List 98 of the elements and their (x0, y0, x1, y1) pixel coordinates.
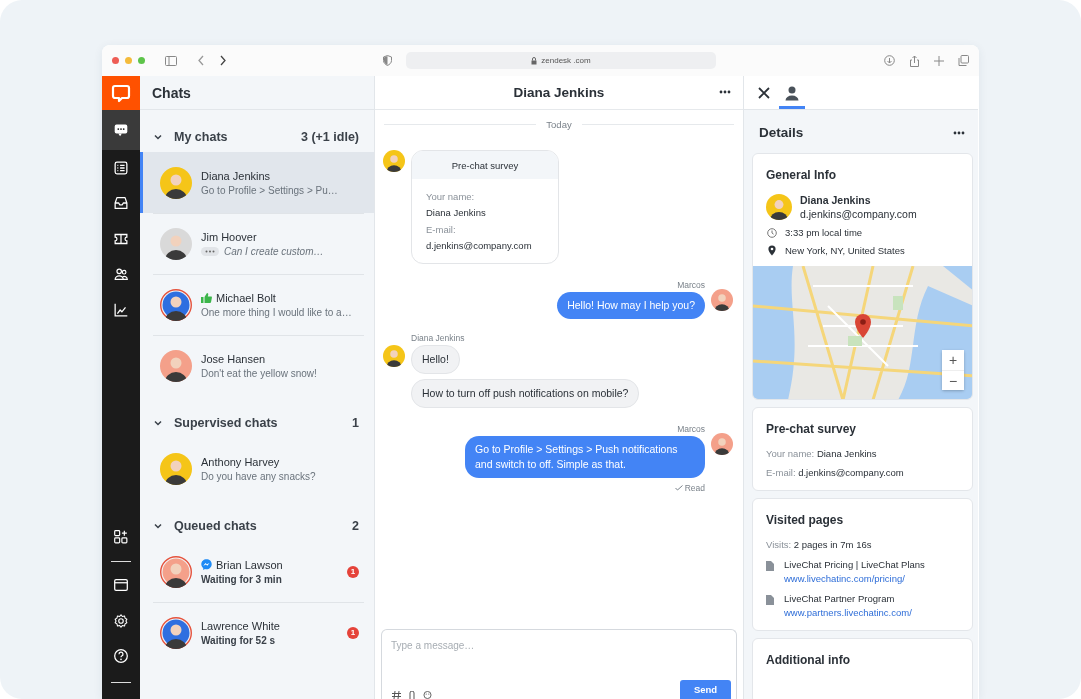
section-count: 2 (352, 519, 359, 533)
contact-name: Michael Bolt (216, 291, 276, 304)
address-bar[interactable]: zendesk .com (406, 52, 716, 69)
more-icon[interactable] (719, 90, 731, 94)
contact-name: Diana Jenkins (201, 169, 271, 182)
date-divider: Today (546, 119, 572, 130)
emoji-icon[interactable] (423, 691, 432, 699)
chat-item[interactable]: Brian Lawson Waiting for 3 min 1 (140, 541, 374, 602)
card-title: Pre-chat survey (766, 422, 858, 436)
section-count: 1 (352, 416, 359, 430)
field-label: Your name: (426, 191, 476, 202)
section-header[interactable]: Supervised chats 1 (140, 408, 374, 438)
survey-field: E-mail: d.jenkins@company.com (766, 467, 960, 478)
avatar (383, 345, 405, 367)
typing-indicator-icon (201, 246, 219, 256)
author-name: Diana Jenkins (411, 333, 465, 343)
unread-badge: 1 (347, 626, 359, 639)
chat-item[interactable]: Diana Jenkins Go to Profile > Settings > Pu… (140, 152, 374, 213)
read-status: Read (684, 483, 705, 493)
survey-field: Your name: Diana Jenkins (766, 448, 960, 459)
field-value: Diana Jenkins (426, 207, 487, 218)
contact-name: Jim Hoover (201, 230, 257, 243)
contact-name: Jose Hansen (201, 352, 266, 365)
page-link[interactable]: www.livechatinc.com/pricing/ (784, 573, 925, 584)
document-icon (766, 595, 774, 605)
chat-item[interactable]: Michael Bolt One more thing I would like to a… (140, 274, 374, 335)
share-icon[interactable] (909, 54, 920, 67)
avatar (766, 194, 792, 220)
page-title: LiveChat Pricing | LiveChat Plans (784, 559, 925, 570)
window-close-button[interactable] (112, 57, 119, 64)
local-time: 3:33 pm local time (785, 227, 863, 238)
contact-name: Diana Jenkins (800, 194, 872, 206)
page-link[interactable]: www.partners.livechatinc.com/ (784, 607, 912, 618)
author-name: Marcos (677, 424, 705, 434)
message-preview: Do you have any snacks? (201, 470, 316, 482)
clock-icon (767, 227, 777, 238)
chat-bubble-icon[interactable] (102, 110, 140, 150)
message-bubble: Hello! How may I help you? (557, 292, 705, 319)
section-count: 3 (+1 idle) (301, 130, 359, 144)
avatar (711, 289, 733, 311)
back-icon[interactable] (197, 55, 205, 66)
section-title: My chats (174, 130, 229, 144)
paperclip-icon[interactable] (409, 691, 415, 699)
check-icon (674, 485, 683, 491)
message-preview: Go to Profile > Settings > Pu… (201, 184, 338, 196)
message-preview: Waiting for 52 s (201, 634, 276, 646)
avatar (383, 150, 405, 172)
thumbs-up-icon (201, 292, 212, 303)
zoom-in-button[interactable]: + (942, 350, 964, 370)
forward-icon[interactable] (219, 55, 227, 66)
card-title: Visited pages (766, 513, 845, 527)
hashtag-icon[interactable] (392, 691, 401, 699)
lock-icon (531, 56, 538, 65)
conversation-title: Diana Jenkins (513, 85, 605, 100)
document-icon (766, 561, 774, 571)
survey-title: Pre-chat survey (451, 159, 519, 171)
shield-icon[interactable] (383, 55, 392, 66)
panel-title: Details (759, 125, 804, 140)
page-title: LiveChat Partner Program (784, 593, 896, 604)
field-value: d.jenkins@company.com (426, 240, 533, 251)
contact-name: Lawrence White (201, 619, 280, 632)
section-title: Queued chats (174, 519, 258, 533)
contact-name: Brian Lawson (216, 558, 283, 571)
download-icon[interactable] (884, 55, 895, 66)
field-label: E-mail: (426, 224, 457, 235)
avatar (711, 433, 733, 455)
send-button[interactable]: Send (680, 680, 731, 699)
panel-title: Chats (140, 76, 374, 110)
chat-item[interactable]: Anthony Harvey Do you have any snacks? (140, 438, 374, 499)
chat-item[interactable]: Jose Hansen Don't eat the yellow snow! (140, 335, 374, 396)
message-input[interactable]: Type a message… Send (381, 629, 737, 699)
card-title: Additional info (766, 653, 851, 667)
author-name: Marcos (677, 280, 705, 290)
card-title: General Info (766, 168, 837, 182)
message-bubble: How to turn off push notifications on mobile? (411, 379, 640, 408)
more-icon[interactable] (953, 130, 965, 135)
message-bubble: Go to Profile > Settings > Push notifications and switch to off. Simple as that. (465, 436, 705, 478)
sidebar-icon[interactable] (165, 55, 177, 66)
section-title: Supervised chats (174, 416, 279, 430)
chat-item[interactable]: Jim Hoover Can I create custom… (140, 213, 374, 274)
section-header[interactable]: Queued chats 2 (140, 511, 374, 541)
contact-email: d.jenkins@company.com (800, 208, 917, 220)
zoom-out-button[interactable]: − (942, 370, 964, 390)
messenger-icon (201, 559, 212, 570)
visits-summary: Visits: 2 pages in 7m 16s (766, 539, 873, 550)
chat-item[interactable]: Lawrence White Waiting for 52 s 1 (140, 602, 374, 663)
contact-name: Anthony Harvey (201, 455, 280, 468)
tabs-icon[interactable] (958, 55, 969, 66)
message-preview: Can I create custom… (224, 245, 324, 257)
location: New York, NY, United States (785, 245, 905, 256)
unread-badge: 1 (347, 565, 359, 578)
section-header[interactable]: My chats 3 (+1 idle) (140, 122, 374, 152)
location-pin-icon (767, 245, 777, 256)
message-preview: Don't eat the yellow snow! (201, 367, 317, 379)
message-preview: Waiting for 3 min (201, 573, 282, 585)
url-text: zendesk .com (541, 56, 591, 65)
message-preview: One more thing I would like to a… (201, 306, 352, 318)
message-bubble: Hello! (411, 345, 460, 374)
